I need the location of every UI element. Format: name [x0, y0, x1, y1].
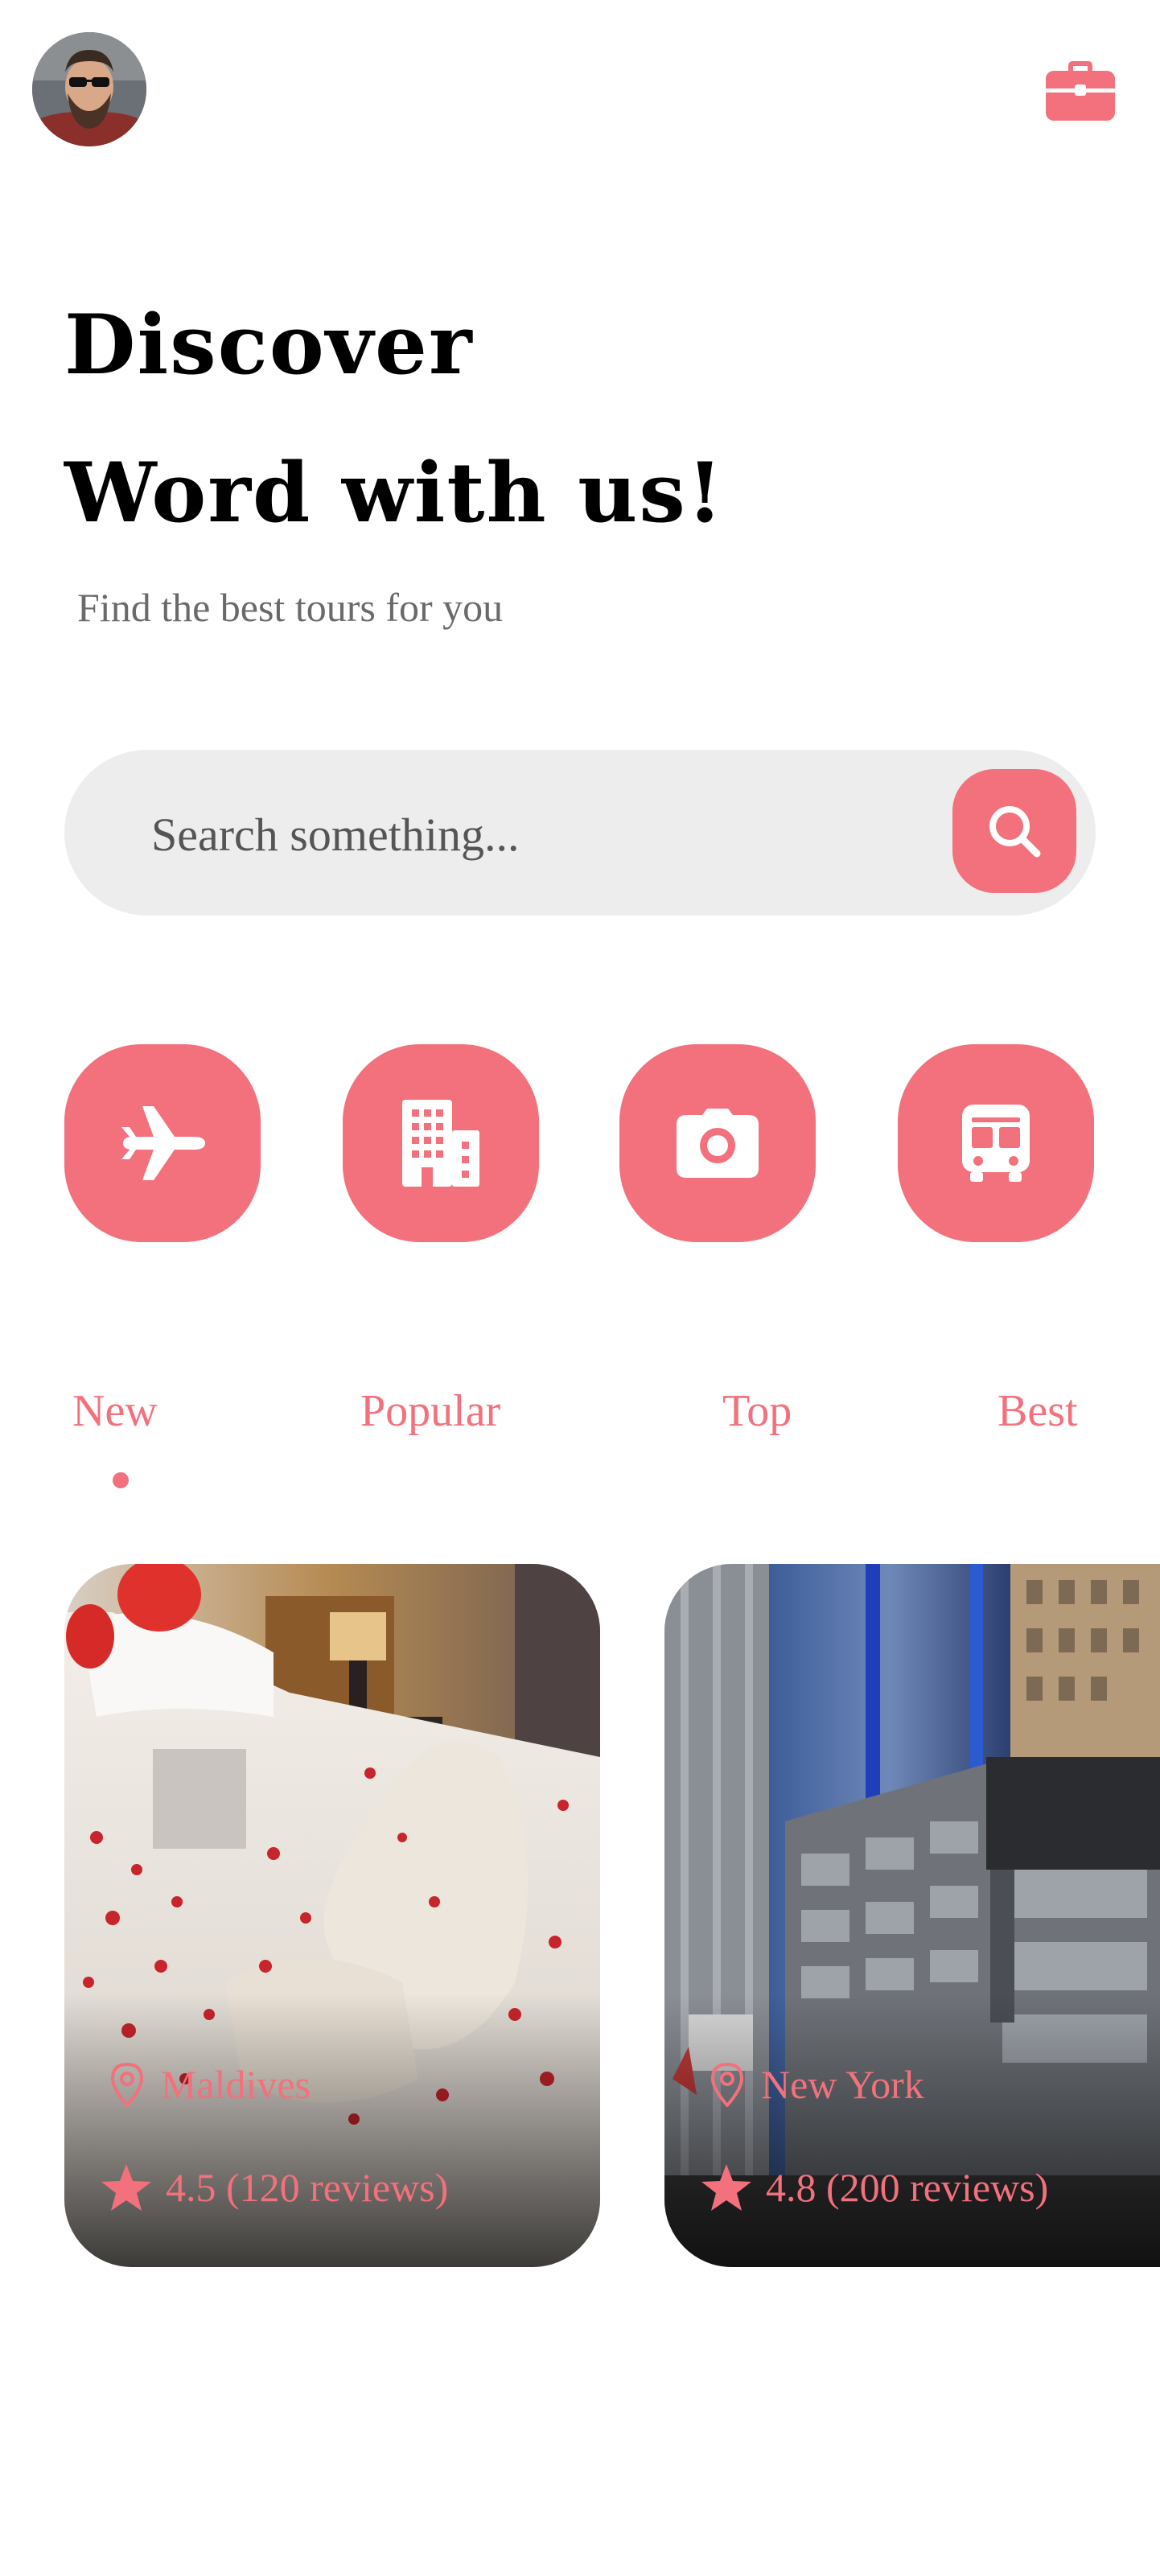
- hotel-building-icon: [402, 1100, 479, 1187]
- search-button[interactable]: [952, 769, 1076, 893]
- briefcase-icon[interactable]: [1046, 60, 1115, 121]
- tour-card-new-york[interactable]: New York 4.8 (200 reviews): [664, 1564, 1160, 2267]
- card-rating-label: 4.8 (200 reviews): [766, 2165, 1049, 2210]
- card-rating: 4.5 (120 reviews): [100, 2162, 448, 2212]
- card-location: Maldives: [109, 2061, 311, 2108]
- search-icon: [989, 806, 1041, 858]
- card-shade: [664, 1994, 1160, 2267]
- user-avatar[interactable]: [32, 32, 146, 146]
- star-icon: [101, 2164, 151, 2211]
- tab-top[interactable]: Top: [722, 1389, 792, 1434]
- location-pin-icon: [711, 2063, 743, 2107]
- card-rating: 4.8 (200 reviews): [700, 2162, 1048, 2212]
- search-input[interactable]: [150, 803, 917, 866]
- category-bus-button[interactable]: [898, 1044, 1094, 1242]
- hero-title-line-2: Word with us!: [64, 445, 725, 541]
- location-pin-icon: [111, 2063, 143, 2107]
- camera-icon: [677, 1109, 759, 1178]
- tab-new[interactable]: New: [72, 1389, 158, 1434]
- category-flights-button[interactable]: [64, 1044, 261, 1242]
- star-icon: [701, 2164, 751, 2211]
- card-shade: [64, 1994, 600, 2267]
- card-location: New York: [710, 2061, 924, 2108]
- active-tab-indicator: [113, 1472, 129, 1488]
- airplane-icon: [121, 1106, 205, 1180]
- avatar-photo: [32, 32, 146, 146]
- hero-title-line-1: Discover: [64, 297, 474, 393]
- tab-best[interactable]: Best: [998, 1389, 1078, 1434]
- tour-card-maldives[interactable]: Maldives 4.5 (120 reviews): [64, 1564, 600, 2267]
- card-rating-label: 4.5 (120 reviews): [166, 2165, 449, 2210]
- card-location-label: New York: [761, 2062, 924, 2107]
- category-hotels-button[interactable]: [343, 1044, 539, 1242]
- hero-subtitle: Find the best tours for you: [77, 585, 504, 630]
- search-bar: [64, 750, 1096, 916]
- bus-icon: [962, 1105, 1030, 1182]
- card-location-label: Maldives: [161, 2062, 311, 2107]
- tab-popular[interactable]: Popular: [360, 1389, 500, 1434]
- category-sightseeing-button[interactable]: [619, 1044, 816, 1242]
